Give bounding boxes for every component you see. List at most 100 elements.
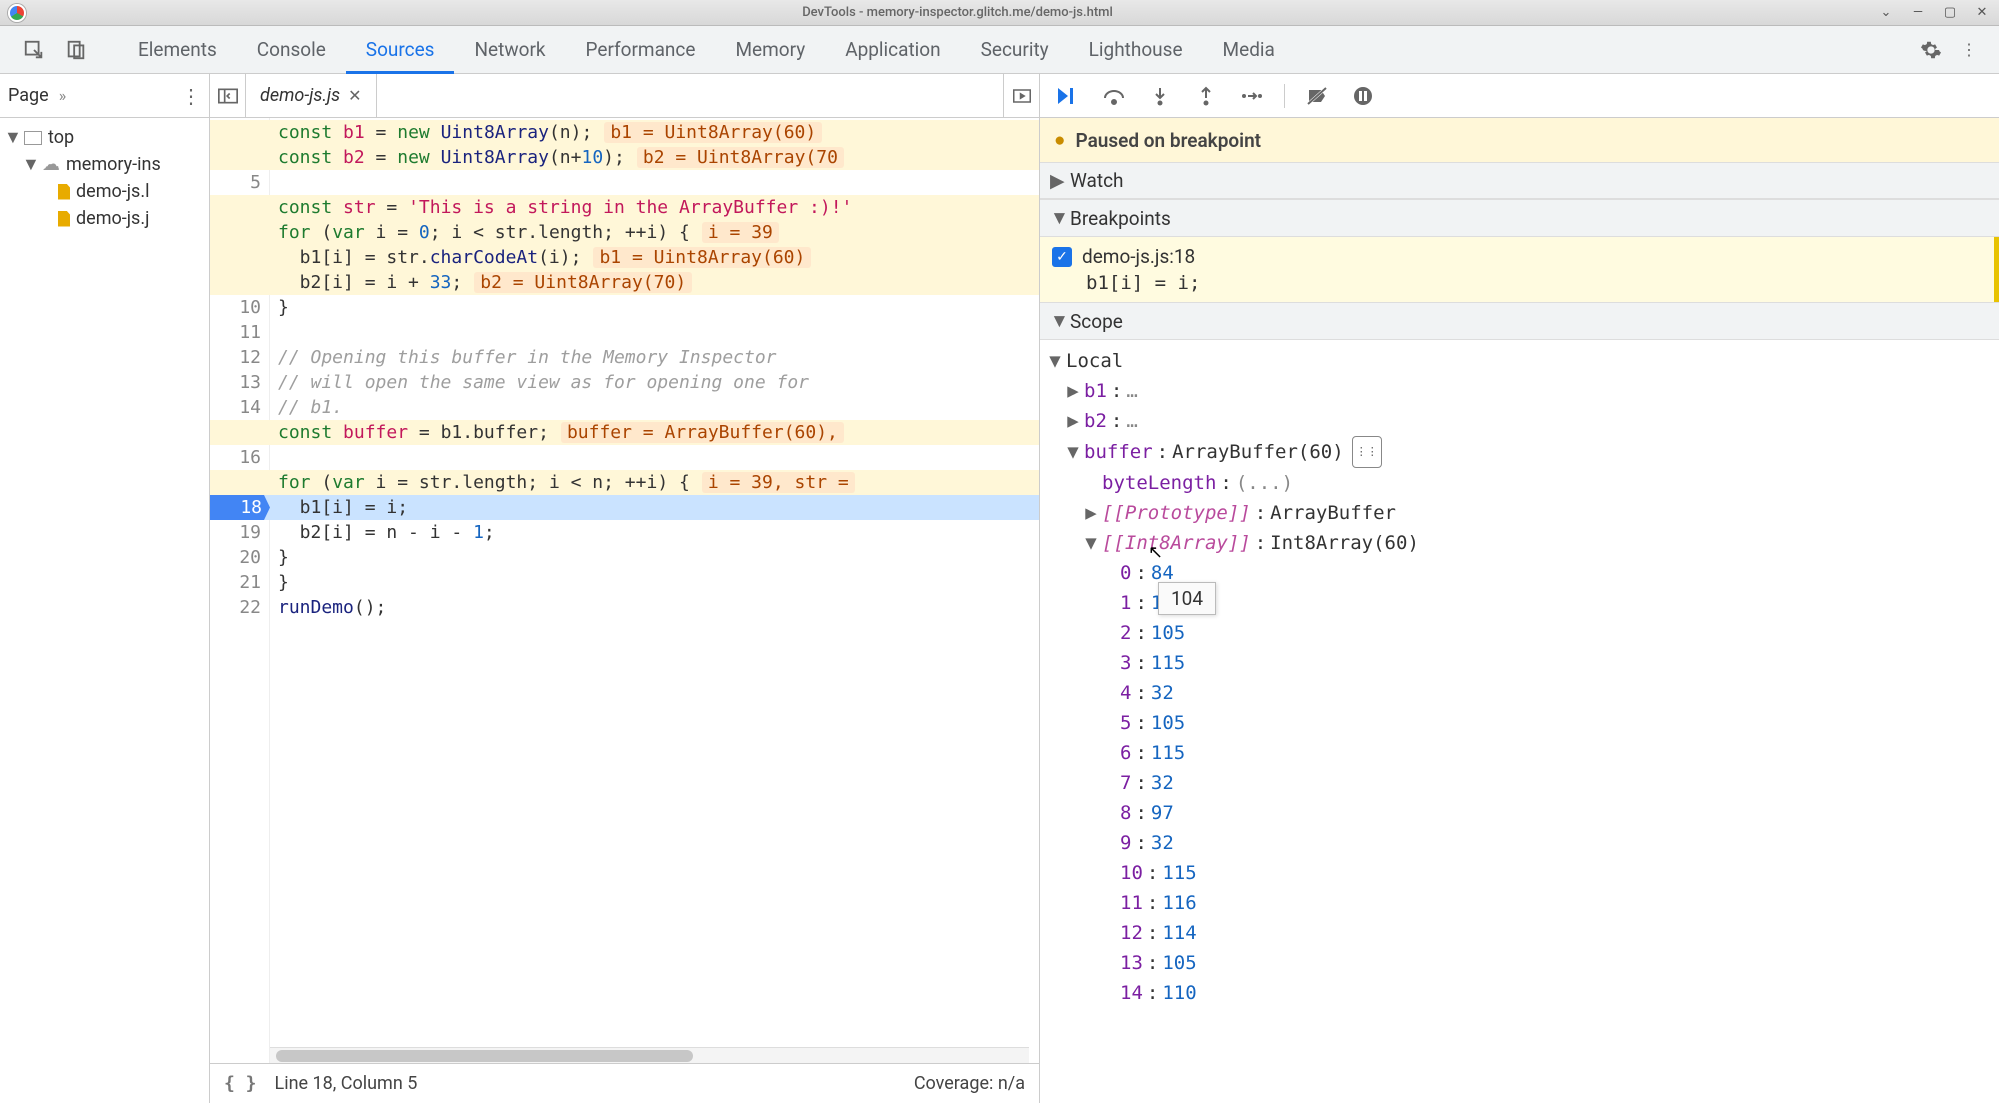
close-tab-icon[interactable]: ✕ bbox=[348, 86, 361, 105]
tab-security[interactable]: Security bbox=[961, 26, 1069, 74]
file-tab-demo-js[interactable]: demo-js.js ✕ bbox=[246, 74, 377, 117]
code-line[interactable]: b2[i] = i + 33;b2 = Uint8Array(70) bbox=[278, 270, 1039, 295]
scope-array-item[interactable]: 11: 116 bbox=[1048, 888, 1999, 918]
devtools-tabbar: ElementsConsoleSourcesNetworkPerformance… bbox=[0, 26, 1999, 74]
inspect-element-icon[interactable] bbox=[22, 38, 46, 62]
memory-inspector-icon[interactable]: ⋮⋮ bbox=[1352, 436, 1382, 468]
scope-array-item[interactable]: 14: 110 bbox=[1048, 978, 1999, 1008]
window-title: DevTools - memory-inspector.glitch.me/de… bbox=[38, 5, 1877, 20]
code-line[interactable]: b1[i] = str.charCodeAt(i);b1 = Uint8Arra… bbox=[278, 245, 1039, 270]
sidebar-kebab-icon[interactable]: ⋮ bbox=[181, 84, 201, 108]
run-snippet-icon[interactable] bbox=[1003, 74, 1039, 117]
breakpoint-checkbox[interactable]: ✓ bbox=[1052, 247, 1072, 267]
step-out-button[interactable] bbox=[1192, 82, 1220, 110]
code-line[interactable]: } bbox=[278, 295, 1039, 320]
code-editor[interactable]: 345678910111213141516171819202122 const … bbox=[210, 118, 1039, 1063]
scope-section-header[interactable]: ▼Scope bbox=[1040, 302, 1999, 340]
tab-media[interactable]: Media bbox=[1203, 26, 1295, 74]
cursor-position: Line 18, Column 5 bbox=[275, 1073, 418, 1094]
chevron-down-icon[interactable]: ⌄ bbox=[1877, 4, 1895, 22]
breakpoints-section-header[interactable]: ▼Breakpoints bbox=[1040, 199, 1999, 237]
scope-array-item[interactable]: 5: 105 bbox=[1048, 708, 1999, 738]
step-over-button[interactable] bbox=[1100, 82, 1128, 110]
tab-console[interactable]: Console bbox=[237, 26, 346, 74]
scope-prototype[interactable]: ▶[[Prototype]]: ArrayBuffer bbox=[1048, 498, 1999, 528]
tab-network[interactable]: Network bbox=[454, 26, 565, 74]
scope-array-item[interactable]: 6: 115 bbox=[1048, 738, 1999, 768]
paused-banner: ● Paused on breakpoint bbox=[1040, 118, 1999, 162]
step-into-button[interactable] bbox=[1146, 82, 1174, 110]
code-line[interactable]: const buffer = b1.buffer;buffer = ArrayB… bbox=[278, 420, 1039, 445]
scope-array-item[interactable]: 8: 97 bbox=[1048, 798, 1999, 828]
scope-int8array[interactable]: ▼[[Int8Array]]: Int8Array(60) bbox=[1048, 528, 1999, 558]
scope-bytelength[interactable]: byteLength: (...) bbox=[1048, 468, 1999, 498]
code-line[interactable] bbox=[278, 320, 1039, 345]
inline-value: b2 = Uint8Array(70 bbox=[637, 147, 844, 168]
minimize-icon[interactable]: — bbox=[1909, 4, 1927, 22]
close-window-icon[interactable]: ✕ bbox=[1973, 4, 1991, 22]
step-button[interactable] bbox=[1238, 82, 1266, 110]
tree-row-origin[interactable]: ▼☁ memory-ins bbox=[0, 151, 209, 178]
inline-value: b1 = Uint8Array(60) bbox=[604, 122, 822, 143]
debugger-panel: ● Paused on breakpoint ▶Watch ▼Breakpoin… bbox=[1039, 74, 1999, 1103]
toggle-navigator-icon[interactable] bbox=[210, 74, 246, 117]
tab-memory[interactable]: Memory bbox=[715, 26, 825, 74]
code-line[interactable] bbox=[278, 170, 1039, 195]
code-line[interactable] bbox=[278, 445, 1039, 470]
breakpoint-entry[interactable]: ✓ demo-js.js:18 b1[i] = i; bbox=[1040, 237, 1999, 302]
watch-section-header[interactable]: ▶Watch bbox=[1040, 162, 1999, 199]
code-line[interactable]: b1[i] = i; bbox=[278, 495, 1039, 520]
scope-array-item[interactable]: 4: 32 bbox=[1048, 678, 1999, 708]
code-line[interactable]: const b1 = new Uint8Array(n);b1 = Uint8A… bbox=[278, 120, 1039, 145]
tree-row-top[interactable]: ▼ top bbox=[0, 124, 209, 151]
pause-exceptions-button[interactable] bbox=[1349, 82, 1377, 110]
code-line[interactable]: const b2 = new Uint8Array(n+10);b2 = Uin… bbox=[278, 145, 1039, 170]
scope-local[interactable]: ▼Local bbox=[1048, 346, 1999, 376]
settings-gear-icon[interactable] bbox=[1919, 38, 1943, 62]
code-line[interactable]: } bbox=[278, 570, 1039, 595]
tab-lighthouse[interactable]: Lighthouse bbox=[1069, 26, 1203, 74]
resume-button[interactable] bbox=[1054, 82, 1082, 110]
scope-array-item[interactable]: 12: 114 bbox=[1048, 918, 1999, 948]
scope-b2[interactable]: ▶b2: … bbox=[1048, 406, 1999, 436]
scope-array-item[interactable]: 7: 32 bbox=[1048, 768, 1999, 798]
inline-value: i = 39 bbox=[702, 222, 779, 243]
horizontal-scrollbar[interactable] bbox=[270, 1047, 1029, 1063]
js-file-icon bbox=[58, 184, 70, 200]
code-line[interactable]: } bbox=[278, 545, 1039, 570]
breakpoint-marker[interactable]: 18 bbox=[210, 495, 270, 520]
inline-value: i = 39, str = bbox=[702, 472, 855, 493]
js-file-icon bbox=[58, 211, 70, 227]
inline-value: buffer = ArrayBuffer(60), bbox=[561, 422, 844, 443]
scope-buffer[interactable]: ▼buffer: ArrayBuffer(60)⋮⋮ bbox=[1048, 436, 1999, 468]
code-line[interactable]: runDemo(); bbox=[278, 595, 1039, 620]
code-line[interactable]: // b1. bbox=[278, 395, 1039, 420]
scope-array-item[interactable]: 3: 115 bbox=[1048, 648, 1999, 678]
file-tree-item[interactable]: demo-js.j bbox=[0, 205, 209, 232]
scope-array-item[interactable]: 2: 105 bbox=[1048, 618, 1999, 648]
code-line[interactable]: // Opening this buffer in the Memory Ins… bbox=[278, 345, 1039, 370]
scope-array-item[interactable]: 9: 32 bbox=[1048, 828, 1999, 858]
tab-performance[interactable]: Performance bbox=[566, 26, 716, 74]
code-line[interactable]: for (var i = str.length; i < n; ++i) {i … bbox=[278, 470, 1039, 495]
deactivate-breakpoints-button[interactable] bbox=[1303, 82, 1331, 110]
device-toggle-icon[interactable] bbox=[64, 38, 88, 62]
scope-array-item[interactable]: 10: 115 bbox=[1048, 858, 1999, 888]
scope-array-item[interactable]: 13: 105 bbox=[1048, 948, 1999, 978]
code-line[interactable]: const str = 'This is a string in the Arr… bbox=[278, 195, 1039, 220]
scope-b1[interactable]: ▶b1: … bbox=[1048, 376, 1999, 406]
code-line[interactable]: // will open the same view as for openin… bbox=[278, 370, 1039, 395]
page-tab[interactable]: Page bbox=[8, 85, 49, 106]
code-line[interactable]: for (var i = 0; i < str.length; ++i) {i … bbox=[278, 220, 1039, 245]
file-tree-item[interactable]: demo-js.l bbox=[0, 178, 209, 205]
maximize-icon[interactable]: ▢ bbox=[1941, 4, 1959, 22]
inline-value: b1 = Uint8Array(60) bbox=[593, 247, 811, 268]
kebab-menu-icon[interactable]: ⋮ bbox=[1957, 38, 1981, 62]
pretty-print-icon[interactable]: { } bbox=[224, 1073, 257, 1094]
expand-tabs-icon[interactable]: » bbox=[59, 86, 67, 105]
editor-statusbar: { } Line 18, Column 5 Coverage: n/a bbox=[210, 1063, 1039, 1103]
tab-sources[interactable]: Sources bbox=[346, 26, 455, 74]
code-line[interactable]: b2[i] = n - i - 1; bbox=[278, 520, 1039, 545]
tab-elements[interactable]: Elements bbox=[118, 26, 237, 74]
tab-application[interactable]: Application bbox=[825, 26, 960, 74]
